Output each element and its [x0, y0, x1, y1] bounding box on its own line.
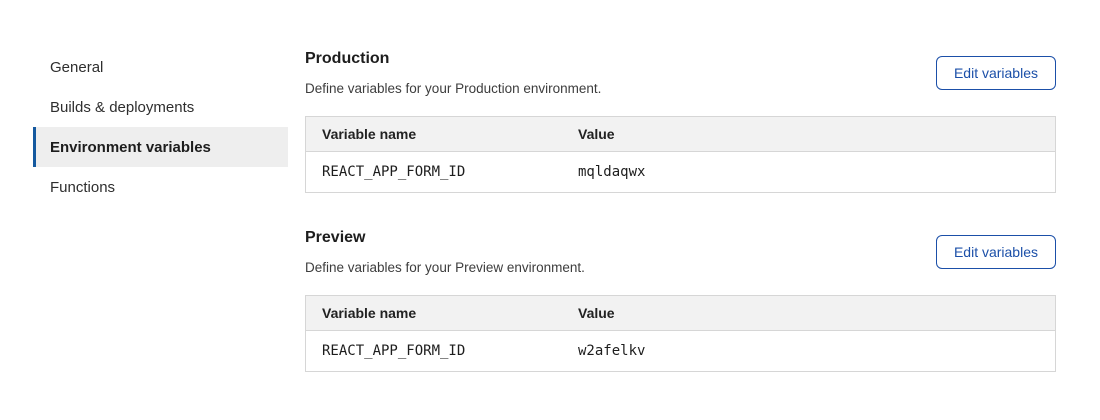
preview-variables-table: Variable name Value REACT_APP_FORM_ID w2…: [305, 295, 1056, 372]
edit-variables-button-preview[interactable]: Edit variables: [936, 235, 1056, 269]
sidebar-item-general[interactable]: General: [33, 47, 288, 87]
sidebar-item-functions[interactable]: Functions: [33, 167, 288, 207]
table-header-row: Variable name Value: [306, 296, 1056, 331]
table-row: REACT_APP_FORM_ID mqldaqwx: [306, 152, 1056, 193]
production-section: Production Define variables for your Pro…: [305, 50, 1056, 193]
table-header-row: Variable name Value: [306, 117, 1056, 152]
settings-page: General Builds & deployments Environment…: [0, 0, 1100, 372]
column-header-variable-name: Variable name: [306, 117, 563, 152]
edit-variables-button-production[interactable]: Edit variables: [936, 56, 1056, 90]
variable-value-cell: w2afelkv: [562, 331, 1056, 372]
production-section-header: Production Define variables for your Pro…: [305, 50, 1056, 96]
preview-section-header: Preview Define variables for your Previe…: [305, 229, 1056, 275]
production-section-text: Production Define variables for your Pro…: [305, 50, 601, 96]
column-header-value: Value: [562, 117, 1056, 152]
sidebar-item-builds-deployments[interactable]: Builds & deployments: [33, 87, 288, 127]
variable-name-cell: REACT_APP_FORM_ID: [306, 152, 563, 193]
production-title: Production: [305, 50, 601, 68]
preview-title: Preview: [305, 229, 585, 247]
preview-section: Preview Define variables for your Previe…: [305, 229, 1056, 372]
environment-variables-panel: Production Define variables for your Pro…: [305, 47, 1056, 372]
preview-section-text: Preview Define variables for your Previe…: [305, 229, 585, 275]
variable-value-cell: mqldaqwx: [562, 152, 1056, 193]
table-row: REACT_APP_FORM_ID w2afelkv: [306, 331, 1056, 372]
preview-description: Define variables for your Preview enviro…: [305, 260, 585, 275]
sidebar-item-environment-variables[interactable]: Environment variables: [33, 127, 288, 167]
production-description: Define variables for your Production env…: [305, 81, 601, 96]
column-header-variable-name: Variable name: [306, 296, 563, 331]
settings-sidebar: General Builds & deployments Environment…: [33, 47, 288, 372]
variable-name-cell: REACT_APP_FORM_ID: [306, 331, 563, 372]
column-header-value: Value: [562, 296, 1056, 331]
production-variables-table: Variable name Value REACT_APP_FORM_ID mq…: [305, 116, 1056, 193]
